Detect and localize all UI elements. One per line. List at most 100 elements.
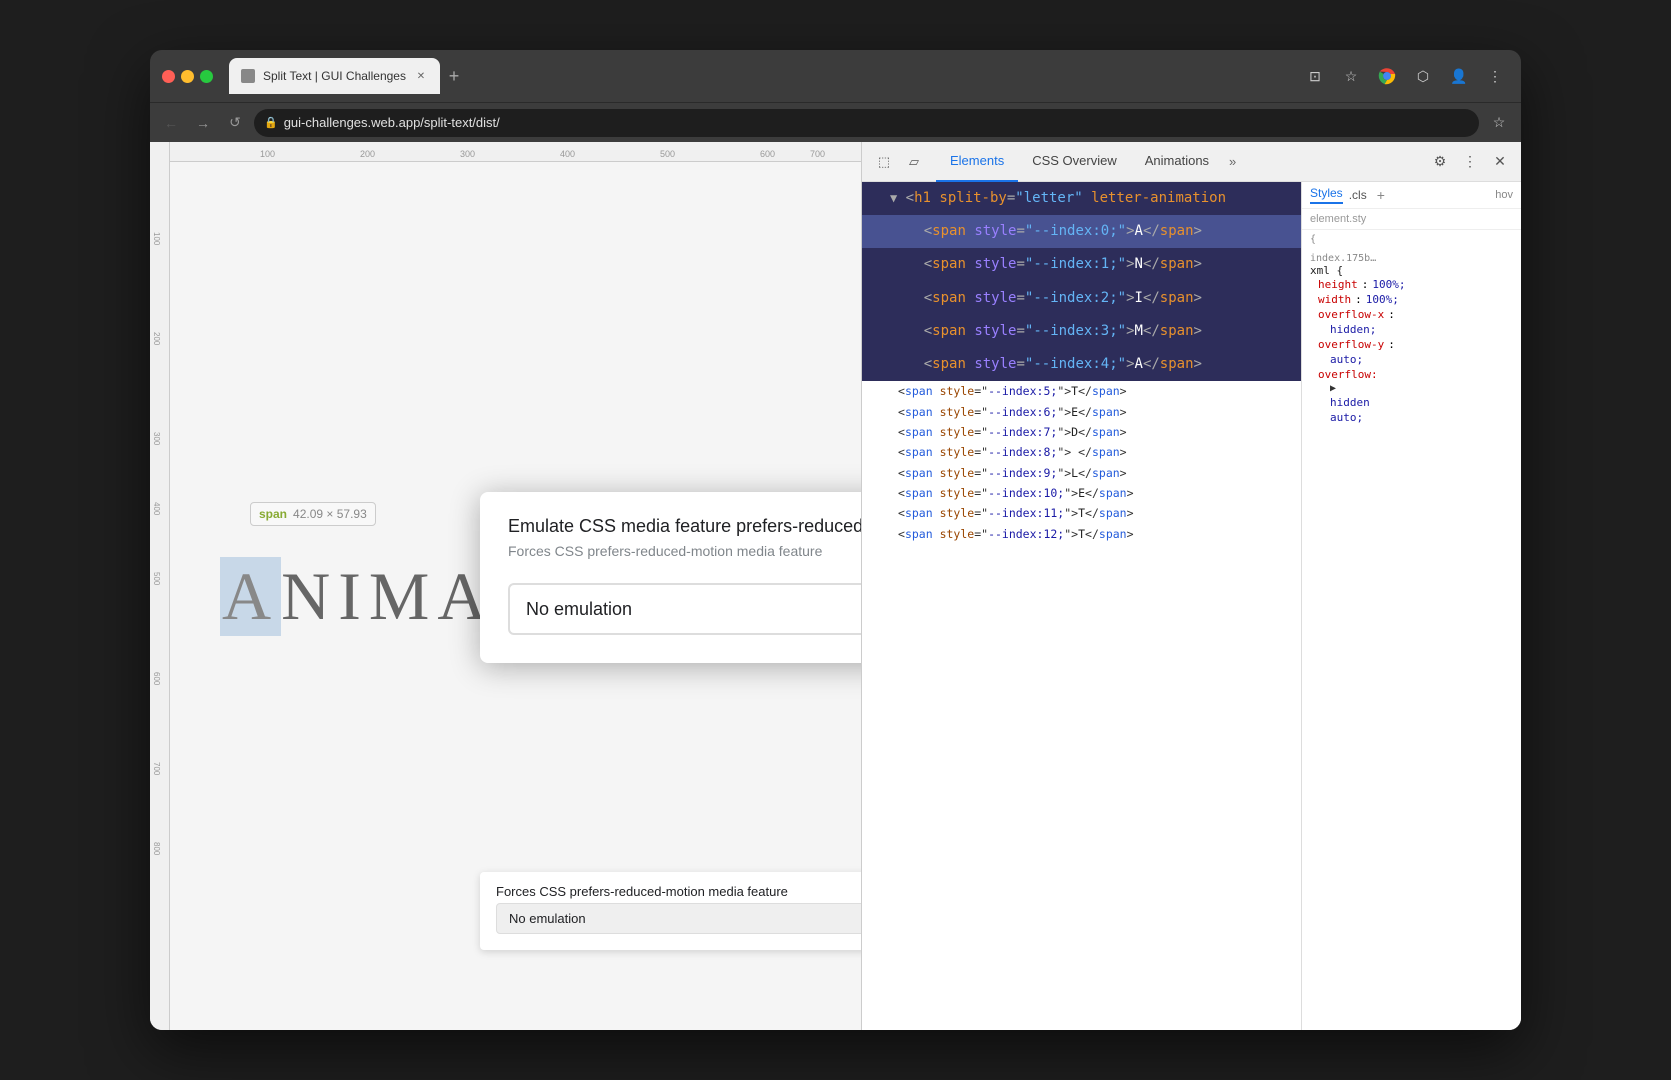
tree-span-9[interactable]: <span style="--index:9;">L</span> — [862, 463, 1301, 483]
active-tab[interactable]: Split Text | GUI Challenges ✕ — [229, 58, 440, 94]
html-tree-highlighted: ▼ <h1 split-by="letter" letter-animation… — [862, 182, 1301, 381]
ruler-tick-left-500: 500 — [152, 572, 161, 585]
tree-h1-line[interactable]: ▼ <h1 split-by="letter" letter-animation — [862, 182, 1301, 215]
ruler-tick-left-700: 700 — [152, 762, 161, 775]
tree-span-3[interactable]: <span style="--index:3;">M</span> — [862, 315, 1301, 348]
styles-index-source: index.175b… — [1310, 253, 1513, 264]
styles-overflow-y-line: overflow-y : — [1310, 337, 1513, 352]
extensions-icon[interactable]: ⬡ — [1409, 62, 1437, 90]
styles-overflow-y-val-line: auto; — [1310, 352, 1513, 367]
lock-icon: 🔒 — [264, 116, 278, 129]
chrome-logo-icon — [1373, 62, 1401, 90]
styles-overflow-arrow: ▶ — [1310, 382, 1513, 395]
styles-filter-label: element.sty — [1310, 213, 1366, 225]
styles-height-line: height : 100%; — [1310, 277, 1513, 292]
new-tab-button[interactable]: + — [440, 62, 468, 90]
back-button[interactable]: ← — [158, 110, 184, 136]
styles-overflow-x-line: overflow-x : — [1310, 307, 1513, 322]
tree-span-4[interactable]: <span style="--index:4;">A</span> — [862, 348, 1301, 381]
styles-filter-row: element.sty — [1302, 209, 1521, 230]
tree-span-0-selected[interactable]: <span style="--index:0;">A</span> — [862, 215, 1301, 248]
ruler-tick-left-800: 800 — [152, 842, 161, 855]
styles-width-line: width : 100%; — [1310, 292, 1513, 307]
tab-close-button[interactable]: ✕ — [414, 69, 428, 83]
overflow-arrow: ▶ — [1330, 383, 1336, 394]
devtools-tab-bar: ⬚ ▱ Elements CSS Overview Animations » ⚙… — [862, 142, 1521, 182]
styles-header: Styles .cls + hov — [1302, 182, 1521, 209]
bookmark-icon[interactable]: ☆ — [1337, 62, 1365, 90]
popup-behind: Forces CSS prefers-reduced-motion media … — [480, 872, 861, 950]
url-bar[interactable]: 🔒 gui-challenges.web.app/split-text/dist… — [254, 109, 1479, 137]
tooltip-tag: span — [259, 507, 287, 521]
traffic-light-green[interactable] — [200, 70, 213, 83]
overflow-hidden-val: hidden — [1330, 396, 1370, 409]
menu-icon[interactable]: ⋮ — [1481, 62, 1509, 90]
popup-select-wrapper: No emulation prefers-reduced-motion: red… — [508, 583, 861, 635]
tree-span-7[interactable]: <span style="--index:7;">D</span> — [862, 422, 1301, 442]
devtools-more-tabs[interactable]: » — [1223, 154, 1242, 169]
url-text: gui-challenges.web.app/split-text/dist/ — [284, 115, 1469, 130]
styles-tab[interactable]: Styles — [1310, 186, 1343, 204]
ruler-tick-left-200: 200 — [152, 332, 161, 345]
styles-xml-selector: xml { — [1310, 264, 1513, 277]
tree-span-10[interactable]: <span style="--index:10;">E</span> — [862, 483, 1301, 503]
devtools-settings-icon[interactable]: ⚙ — [1427, 149, 1453, 175]
address-bar: ← → ↺ 🔒 gui-challenges.web.app/split-tex… — [150, 102, 1521, 142]
devtools-tab-right: ⚙ ⋮ ✕ — [1419, 149, 1521, 175]
profile-icon[interactable]: 👤 — [1445, 62, 1473, 90]
devtools-close-icon[interactable]: ✕ — [1487, 149, 1513, 175]
traffic-light-yellow[interactable] — [181, 70, 194, 83]
page-content: 100 200 300 400 500 600 700 100 200 300 … — [150, 142, 861, 1030]
styles-content: { index.175b… xml { height : 100%; width — [1302, 230, 1521, 1030]
tree-span-6[interactable]: <span style="--index:6;">E</span> — [862, 402, 1301, 422]
devtools-panel: ⬚ ▱ Elements CSS Overview Animations » ⚙… — [861, 142, 1521, 1030]
ruler-tick-left-300: 300 — [152, 432, 161, 445]
styles-cls-tab[interactable]: .cls — [1349, 188, 1367, 202]
elements-panel: ▼ <h1 split-by="letter" letter-animation… — [862, 182, 1301, 1030]
tab-elements[interactable]: Elements — [936, 142, 1018, 182]
popup-behind-select[interactable]: No emulation prefers-reduced-motion: red… — [496, 903, 861, 934]
ruler-tick-300: 300 — [460, 149, 475, 159]
tab-title: Split Text | GUI Challenges — [263, 69, 406, 83]
inspect-element-icon[interactable]: ⬚ — [870, 148, 898, 176]
tree-span-5[interactable]: <span style="--index:5;">T</span> — [862, 381, 1301, 401]
devtools-inspect-icons: ⬚ ▱ — [862, 148, 936, 176]
styles-colon4: : — [1388, 338, 1395, 351]
tab-animations[interactable]: Animations — [1131, 142, 1223, 182]
styles-panel: Styles .cls + hov element.sty { index.17… — [1301, 182, 1521, 1030]
popup-select[interactable]: No emulation prefers-reduced-motion: red… — [508, 583, 861, 635]
tree-span-2[interactable]: <span style="--index:2;">I</span> — [862, 282, 1301, 315]
reload-button[interactable]: ↺ — [222, 110, 248, 136]
tab-css-overview[interactable]: CSS Overview — [1018, 142, 1131, 182]
styles-hov-label[interactable]: hov — [1495, 189, 1513, 201]
overflow-y-val: auto; — [1330, 353, 1363, 366]
overflow-x-prop: overflow-x — [1318, 308, 1384, 321]
popup-behind-title: Forces CSS prefers-reduced-motion media … — [496, 884, 861, 899]
tree-span-12[interactable]: <span style="--index:12;">T</span> — [862, 524, 1301, 544]
ruler-tick-200: 200 — [360, 149, 375, 159]
styles-overflow-hidden: hidden — [1310, 395, 1513, 410]
forward-button[interactable]: → — [190, 110, 216, 136]
styles-add-rule-icon[interactable]: + — [1377, 187, 1385, 203]
html-tree-small: <span style="--index:5;">T</span> <span … — [862, 381, 1301, 544]
bookmarks-star-icon[interactable]: ☆ — [1485, 109, 1513, 137]
chrome-cast-icon[interactable]: ⊡ — [1301, 62, 1329, 90]
styles-rule-header: { — [1310, 234, 1513, 245]
styles-colon: : — [1362, 278, 1369, 291]
styles-colon2: : — [1355, 293, 1362, 306]
ruler-tick-500: 500 — [660, 149, 675, 159]
title-bar: Split Text | GUI Challenges ✕ + ⊡ ☆ ⬡ 👤 … — [150, 50, 1521, 102]
letter-N: N — [281, 557, 338, 636]
traffic-light-red[interactable] — [162, 70, 175, 83]
ruler-tick-left-100: 100 — [152, 232, 161, 245]
tree-span-1[interactable]: <span style="--index:1;">N</span> — [862, 248, 1301, 281]
letter-I: I — [338, 557, 369, 636]
styles-overflow-line: overflow: — [1310, 367, 1513, 382]
devtools-more-options-icon[interactable]: ⋮ — [1457, 149, 1483, 175]
device-toolbar-icon[interactable]: ▱ — [900, 148, 928, 176]
tree-span-8[interactable]: <span style="--index:8;"> </span> — [862, 442, 1301, 462]
letter-M: M — [369, 557, 437, 636]
height-val: 100%; — [1372, 278, 1405, 291]
overflow-y-prop: overflow-y — [1318, 338, 1384, 351]
tree-span-11[interactable]: <span style="--index:11;">T</span> — [862, 503, 1301, 523]
